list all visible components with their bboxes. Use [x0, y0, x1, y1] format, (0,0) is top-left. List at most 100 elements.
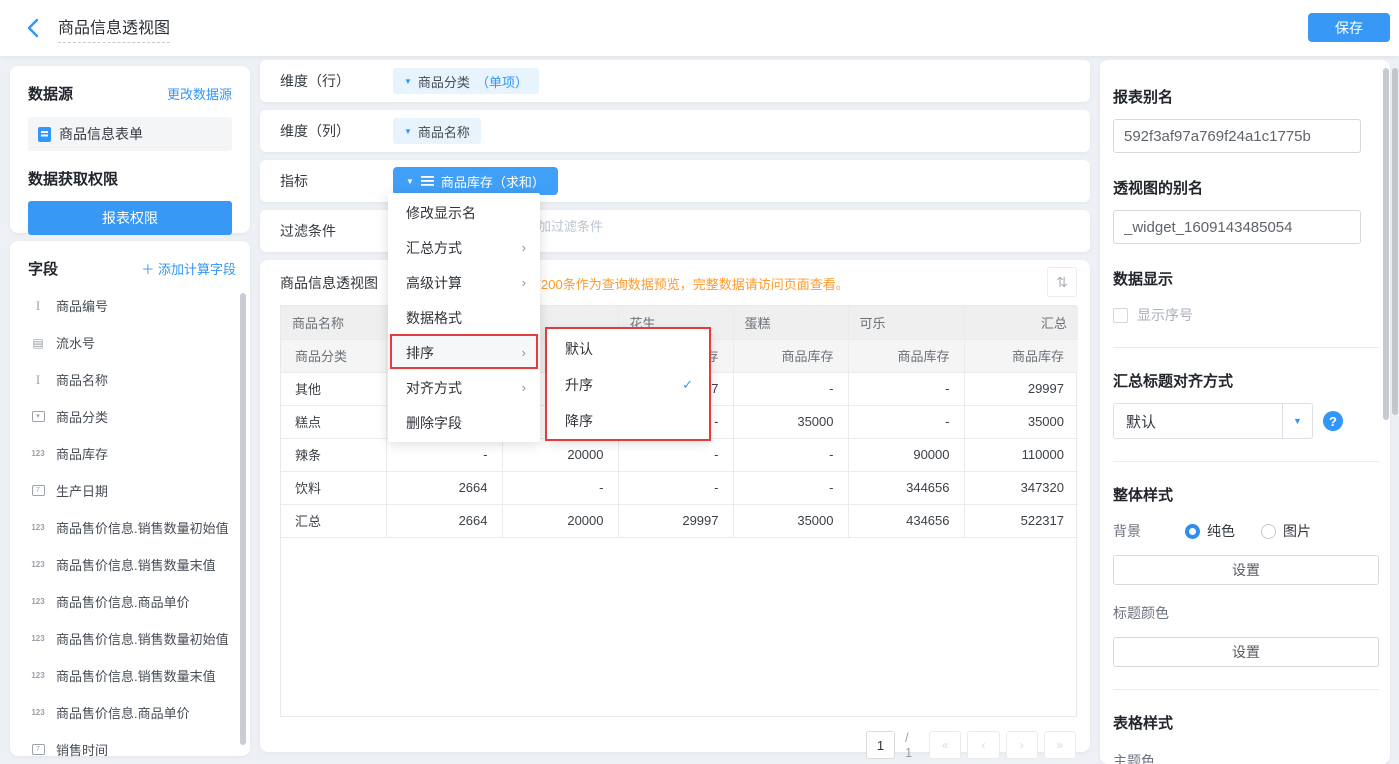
field-item[interactable]: 123商品库存: [28, 435, 236, 472]
radio-solid-color[interactable]: [1185, 524, 1200, 539]
date-field-icon: 7: [28, 485, 48, 496]
select-field-icon: ▾: [28, 411, 48, 422]
first-page-icon[interactable]: «: [929, 731, 961, 759]
report-permission-button[interactable]: 报表权限: [28, 201, 232, 235]
number-field-icon: 123: [28, 560, 48, 569]
chevron-right-icon: ›: [522, 345, 526, 360]
field-item[interactable]: I商品编号: [28, 287, 236, 324]
chevron-right-icon: ›: [522, 275, 526, 290]
change-datasource-link[interactable]: 更改数据源: [167, 84, 232, 103]
number-field-icon: 123: [28, 597, 48, 606]
title-color-label: 标题颜色: [1113, 603, 1366, 623]
widget-alias-input[interactable]: [1113, 210, 1361, 244]
page-scrollbar[interactable]: [1392, 68, 1398, 415]
datasource-panel: 数据源 更改数据源 商品信息表单 数据获取权限 报表权限: [10, 66, 250, 233]
field-item[interactable]: 123商品售价信息.销售数量初始值: [28, 620, 236, 657]
row-dimension-tag[interactable]: ▼ 商品分类（单项）: [393, 68, 539, 94]
settings-scrollbar[interactable]: [1383, 68, 1389, 420]
caret-down-icon: ▼: [406, 177, 414, 186]
save-button[interactable]: 保存: [1308, 13, 1390, 42]
row-dimension-label: 维度（行）: [280, 71, 393, 91]
submenu-item-default[interactable]: 默认: [547, 331, 709, 367]
form-document-icon: [38, 127, 51, 142]
submenu-item-descending[interactable]: 降序: [547, 403, 709, 439]
datasource-item-label: 商品信息表单: [59, 124, 143, 144]
field-item[interactable]: 123商品售价信息.销售数量初始值: [28, 509, 236, 546]
field-item[interactable]: 7生产日期: [28, 472, 236, 509]
table-style-label: 表格样式: [1113, 712, 1366, 733]
next-page-icon[interactable]: ›: [1006, 731, 1038, 759]
menu-item-align[interactable]: 对齐方式›: [388, 370, 540, 405]
summary-align-label: 汇总标题对齐方式: [1113, 370, 1366, 391]
divider: [1113, 461, 1379, 462]
field-item[interactable]: 123商品售价信息.销售数量末值: [28, 546, 236, 583]
menu-item-data-format[interactable]: 数据格式: [388, 300, 540, 335]
theme-color-label: 主题色: [1113, 751, 1366, 764]
datasource-item[interactable]: 商品信息表单: [28, 117, 232, 151]
caret-down-icon: ▼: [404, 127, 412, 136]
preview-title: 商品信息透视图: [280, 273, 378, 293]
metric-label: 指标: [280, 171, 393, 191]
preview-notice: 前200条作为查询数据预览，完整数据请访问页面查看。: [528, 274, 849, 293]
last-page-icon[interactable]: »: [1044, 731, 1076, 759]
report-alias-label: 报表别名: [1113, 86, 1366, 107]
add-calc-field-link[interactable]: ＋ 添加计算字段: [141, 259, 236, 278]
checkbox-icon[interactable]: [1113, 308, 1128, 323]
text-field-icon: I: [28, 372, 48, 388]
radio-image[interactable]: [1261, 524, 1276, 539]
chevron-right-icon: ›: [522, 240, 526, 255]
submenu-item-ascending[interactable]: 升序✓: [547, 367, 709, 403]
menu-item-sort[interactable]: 排序›: [388, 335, 540, 370]
page-title[interactable]: 商品信息透视图: [58, 14, 170, 43]
text-field-icon: I: [28, 298, 48, 314]
number-field-icon: 123: [28, 708, 48, 717]
prev-page-icon[interactable]: ‹: [967, 731, 999, 759]
report-alias-input[interactable]: [1113, 119, 1361, 153]
background-label: 背景: [1113, 521, 1185, 541]
caret-down-icon: ▼: [1282, 404, 1312, 438]
pagination: / 1 « ‹ › »: [866, 730, 1076, 760]
solid-color-label: 纯色: [1207, 521, 1235, 541]
metric-context-menu: 修改显示名 汇总方式› 高级计算› 数据格式 排序› 对齐方式› 删除字段: [388, 193, 540, 442]
field-item[interactable]: 123商品售价信息.商品单价: [28, 694, 236, 731]
datasource-title: 数据源: [28, 83, 73, 104]
field-item[interactable]: 123商品售价信息.商品单价: [28, 583, 236, 620]
fields-title: 字段: [28, 258, 58, 279]
number-field-icon: 123: [28, 634, 48, 643]
fields-scrollbar[interactable]: [240, 293, 246, 745]
col-dimension-tag[interactable]: ▼ 商品名称: [393, 118, 481, 144]
field-item[interactable]: ▾商品分类: [28, 398, 236, 435]
help-icon[interactable]: ?: [1323, 411, 1343, 431]
field-item[interactable]: 123商品售价信息.销售数量末值: [28, 657, 236, 694]
menu-item-summary-method[interactable]: 汇总方式›: [388, 230, 540, 265]
col-dimension-label: 维度（列）: [280, 121, 393, 141]
show-index-checkbox-row[interactable]: 显示序号: [1113, 305, 1366, 325]
number-field-icon: 123: [28, 523, 48, 532]
back-icon[interactable]: [26, 17, 46, 39]
field-item[interactable]: I商品名称: [28, 361, 236, 398]
widget-alias-label: 透视图的别名: [1113, 177, 1366, 198]
topbar: 商品信息透视图 保存: [0, 0, 1399, 56]
filter-label: 过滤条件: [280, 221, 393, 241]
menu-item-delete-field[interactable]: 删除字段: [388, 405, 540, 440]
field-item[interactable]: 7销售时间: [28, 731, 236, 764]
table-sort-icon[interactable]: ⇅: [1047, 267, 1077, 297]
caret-down-icon: ▼: [404, 77, 412, 86]
field-item[interactable]: ▤流水号: [28, 324, 236, 361]
date-field-icon: 7: [28, 744, 48, 755]
background-set-button[interactable]: 设置: [1113, 555, 1379, 585]
summary-align-select[interactable]: 默认 ▼: [1113, 403, 1313, 439]
row-dimension-row: 维度（行） ▼ 商品分类（单项）: [260, 60, 1090, 102]
menu-item-advanced-calc[interactable]: 高级计算›: [388, 265, 540, 300]
field-list: I商品编号 ▤流水号 I商品名称 ▾商品分类 123商品库存 7生产日期 123…: [28, 287, 236, 764]
filter-row[interactable]: 过滤条件: [260, 210, 1090, 252]
number-field-icon: 123: [28, 449, 48, 458]
table-row: 饮料2664---344656347320: [281, 471, 1078, 504]
menu-item-rename[interactable]: 修改显示名: [388, 195, 540, 230]
page-number-input[interactable]: [866, 731, 895, 759]
show-index-label: 显示序号: [1137, 305, 1193, 325]
title-color-set-button[interactable]: 设置: [1113, 637, 1379, 667]
settings-panel: 报表别名 透视图的别名 数据显示 显示序号 汇总标题对齐方式 默认 ▼ ? 整体…: [1100, 60, 1390, 764]
metric-tag[interactable]: ▼ 商品库存（求和）: [393, 167, 558, 195]
fields-panel: 字段 ＋ 添加计算字段 I商品编号 ▤流水号 I商品名称 ▾商品分类 123商品…: [10, 241, 250, 756]
